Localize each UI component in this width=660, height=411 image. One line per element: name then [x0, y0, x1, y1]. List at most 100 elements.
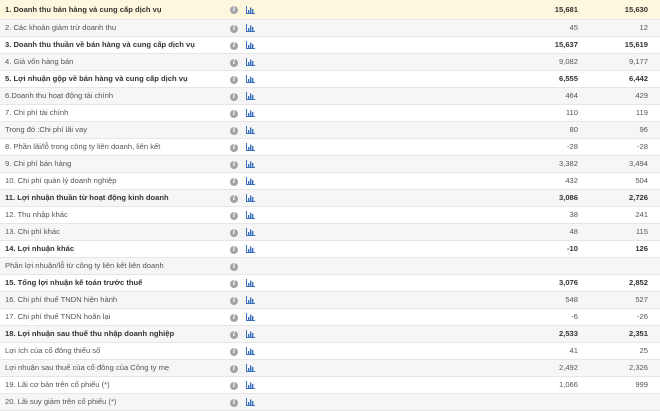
chart-cell	[246, 0, 260, 20]
info-circle-icon[interactable]: i	[230, 330, 238, 339]
info-circle-icon[interactable]: i	[230, 109, 238, 118]
value-period-1: 15,637	[536, 36, 598, 54]
bar-chart-icon[interactable]	[246, 211, 255, 219]
info-cell: i	[230, 240, 246, 258]
bar-chart-icon[interactable]	[246, 41, 255, 49]
info-cell: i	[230, 189, 246, 207]
bar-chart-icon[interactable]	[246, 177, 255, 185]
info-circle-icon[interactable]: i	[230, 245, 238, 254]
table-row: Trong đó :Chi phí lãi vay i 80 96	[0, 121, 660, 139]
bar-chart-icon[interactable]	[246, 5, 255, 14]
value-period-2: 2,326	[598, 359, 660, 377]
info-circle-icon[interactable]: i	[230, 279, 238, 288]
bar-chart-icon[interactable]	[246, 58, 255, 66]
chart-cell	[246, 274, 260, 292]
info-circle-icon[interactable]: i	[230, 211, 238, 220]
value-period-1: -6	[536, 308, 598, 326]
bar-chart-icon[interactable]	[246, 364, 255, 372]
info-cell: i	[230, 36, 246, 54]
value-period-2: 241	[598, 206, 660, 224]
info-circle-icon[interactable]: i	[230, 160, 238, 169]
bar-chart-icon[interactable]	[246, 381, 255, 389]
info-cell: i	[230, 376, 246, 394]
table-row: Lợi nhuận sau thuế của cổ đông của Công …	[0, 359, 660, 377]
value-period-1: -10	[536, 240, 598, 258]
bar-chart-icon[interactable]	[246, 194, 255, 202]
bar-chart-icon[interactable]	[246, 228, 255, 236]
info-circle-icon[interactable]: i	[230, 75, 238, 84]
info-circle-icon[interactable]: i	[230, 296, 238, 305]
bar-chart-icon[interactable]	[246, 143, 255, 151]
table-row: 14. Lợi nhuận khác i -10 126	[0, 240, 660, 258]
value-period-1: 15,681	[536, 0, 598, 20]
info-circle-icon[interactable]: i	[230, 143, 238, 152]
row-label: 14. Lợi nhuận khác	[0, 240, 230, 258]
info-circle-icon[interactable]: i	[230, 194, 238, 203]
bar-chart-icon[interactable]	[246, 330, 255, 338]
info-circle-icon[interactable]: i	[230, 381, 238, 390]
table-row: 12. Thu nhập khác i 38 241	[0, 206, 660, 224]
info-cell: i	[230, 0, 246, 20]
bar-chart-icon[interactable]	[246, 347, 255, 355]
value-period-2: 504	[598, 172, 660, 190]
chart-cell	[246, 325, 260, 343]
info-circle-icon[interactable]: i	[230, 177, 238, 186]
value-period-2: 3,494	[598, 155, 660, 173]
info-circle-icon[interactable]: i	[230, 347, 238, 356]
info-circle-icon[interactable]: i	[230, 228, 238, 237]
table-row: Phần lợi nhuận/lỗ từ công ty liên kết li…	[0, 257, 660, 275]
bar-chart-icon[interactable]	[246, 160, 255, 168]
value-period-2: 12	[598, 19, 660, 37]
income-statement-body: 1. Doanh thu bán hàng và cung cấp dịch v…	[0, 0, 660, 411]
info-cell: i	[230, 257, 246, 275]
row-label: 5. Lợi nhuận gộp về bán hàng và cung cấp…	[0, 70, 230, 88]
chart-cell	[246, 393, 260, 411]
value-period-2: 115	[598, 223, 660, 241]
info-cell: i	[230, 206, 246, 224]
chart-cell	[246, 19, 260, 37]
bar-chart-icon[interactable]	[246, 92, 255, 100]
value-period-1: 1,066	[536, 376, 598, 394]
table-row: 2. Các khoản giảm trừ doanh thu i 45 12	[0, 19, 660, 37]
row-label: Phần lợi nhuận/lỗ từ công ty liên kết li…	[0, 257, 230, 275]
bar-chart-icon[interactable]	[246, 245, 255, 253]
info-circle-icon[interactable]: i	[230, 92, 238, 101]
bar-chart-icon[interactable]	[246, 398, 255, 406]
bar-chart-icon[interactable]	[246, 313, 255, 321]
info-circle-icon[interactable]: i	[230, 58, 238, 67]
bar-chart-icon[interactable]	[246, 126, 255, 134]
info-circle-icon[interactable]: i	[230, 398, 238, 407]
value-period-2: -26	[598, 308, 660, 326]
info-cell: i	[230, 308, 246, 326]
spacer-cell	[260, 274, 536, 292]
table-row: 8. Phần lãi/lỗ trong công ty liên doanh,…	[0, 138, 660, 156]
table-row: 5. Lợi nhuận gộp về bán hàng và cung cấp…	[0, 70, 660, 88]
value-period-2: 126	[598, 240, 660, 258]
value-period-2: 25	[598, 342, 660, 360]
row-label: 9. Chi phí bán hàng	[0, 155, 230, 173]
spacer-cell	[260, 257, 536, 275]
value-period-2: 527	[598, 291, 660, 309]
spacer-cell	[260, 393, 536, 411]
info-circle-icon[interactable]: i	[230, 24, 238, 33]
row-label: 8. Phần lãi/lỗ trong công ty liên doanh,…	[0, 138, 230, 156]
spacer-cell	[260, 0, 536, 20]
bar-chart-icon[interactable]	[246, 296, 255, 304]
info-circle-icon[interactable]: i	[230, 6, 238, 15]
info-cell: i	[230, 274, 246, 292]
info-circle-icon[interactable]: i	[230, 126, 238, 135]
value-period-1: 110	[536, 104, 598, 122]
spacer-cell	[260, 172, 536, 190]
value-period-2: -28	[598, 138, 660, 156]
info-cell: i	[230, 155, 246, 173]
bar-chart-icon[interactable]	[246, 75, 255, 83]
bar-chart-icon[interactable]	[246, 24, 255, 32]
info-circle-icon[interactable]: i	[230, 313, 238, 322]
chart-cell	[246, 70, 260, 88]
bar-chart-icon[interactable]	[246, 279, 255, 287]
chart-cell	[246, 240, 260, 258]
info-circle-icon[interactable]: i	[230, 364, 238, 373]
bar-chart-icon[interactable]	[246, 109, 255, 117]
info-circle-icon[interactable]: i	[230, 41, 238, 50]
info-circle-icon[interactable]: i	[230, 262, 238, 271]
